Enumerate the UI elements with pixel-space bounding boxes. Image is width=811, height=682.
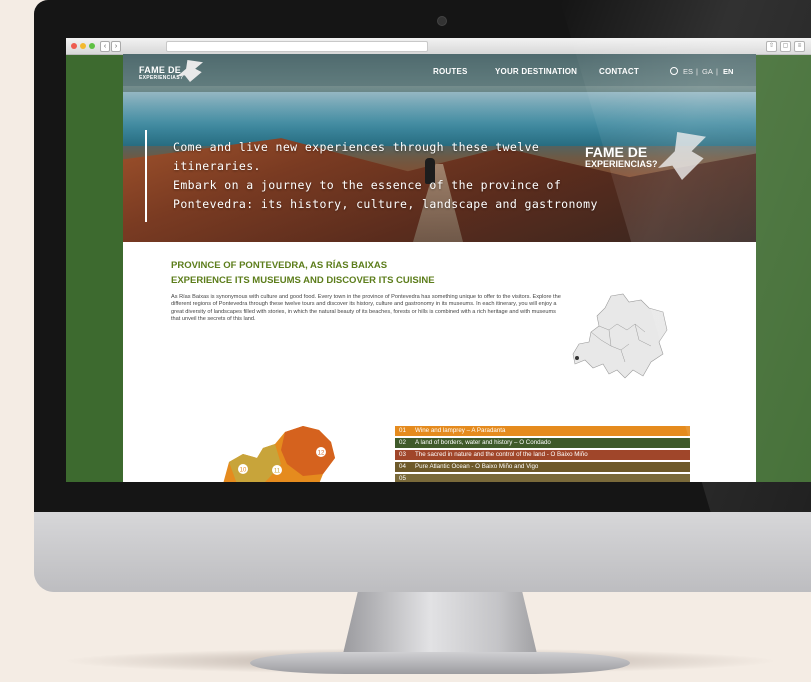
lang-ga[interactable]: GA: [702, 67, 713, 76]
maximize-window-icon[interactable]: [89, 43, 95, 49]
logo-main-text: FAME DE: [139, 65, 182, 75]
route-item-01[interactable]: 01 Wine and lamprey – A Paradanta: [395, 426, 690, 436]
route-number: 04: [399, 463, 406, 470]
address-bar[interactable]: [166, 41, 428, 52]
region-12-label: 12: [318, 451, 325, 457]
globe-icon: [670, 67, 678, 75]
route-number: 01: [399, 427, 406, 434]
route-label: Wine and lamprey – A Paradanta: [415, 427, 506, 434]
web-page: FAME DE EXPERIENCIAS? ROUTES YOUR DESTIN…: [123, 54, 756, 482]
screen: ‹ › ⇧ ▢ ≡ FAME DE EXPERIENCIAS? ROUTES Y…: [66, 38, 811, 482]
route-number: 03: [399, 451, 406, 458]
pontevedra-marker: [575, 356, 579, 360]
close-window-icon[interactable]: [71, 43, 77, 49]
hero-text-line: Embark on a journey to the essence of th…: [173, 178, 562, 192]
hero-logo: FAME DE EXPERIENCIAS?: [585, 144, 658, 169]
lang-separator: |: [716, 67, 718, 76]
intro-paragraph: As Rías Baixas is synonymous with cultur…: [171, 294, 561, 323]
monitor-stand: [342, 592, 538, 658]
route-item-04[interactable]: 04 Pure Atlantic Ocean - O Baixo Miño and…: [395, 462, 690, 472]
hero-text-line: Pontevedra: its history, culture, landsc…: [173, 197, 598, 211]
nav-your-destination[interactable]: YOUR DESTINATION: [495, 67, 577, 76]
route-item-02[interactable]: 02 A land of borders, water and history –…: [395, 438, 690, 448]
camera-icon: [437, 16, 447, 26]
section-subtitle: EXPERIENCE ITS MUSEUMS AND DISCOVER ITS …: [171, 275, 435, 286]
browser-toolbar: ‹ › ⇧ ▢ ≡: [66, 38, 811, 55]
hero-logo-sub: EXPERIENCIAS?: [585, 159, 658, 169]
back-arrow-icon[interactable]: ‹: [100, 41, 110, 52]
logo-sub-text: EXPERIENCIAS?: [139, 75, 184, 81]
lang-separator: |: [696, 67, 698, 76]
route-item-05[interactable]: 05: [395, 474, 690, 482]
route-number: 05: [399, 475, 406, 482]
route-label: Pure Atlantic Ocean - O Baixo Miño and V…: [415, 463, 539, 470]
province-map: 10 11 12: [223, 426, 335, 482]
site-header: FAME DE EXPERIENCIAS? ROUTES YOUR DESTIN…: [123, 54, 756, 92]
lang-en[interactable]: EN: [723, 67, 733, 76]
section-title: PROVINCE OF PONTEVEDRA, AS RÍAS BAIXAS: [171, 260, 388, 271]
share-icon[interactable]: ⇧: [766, 41, 777, 52]
site-logo[interactable]: FAME DE EXPERIENCIAS?: [139, 65, 184, 82]
route-item-03[interactable]: 03 The sacred in nature and the control o…: [395, 450, 690, 460]
hero-sea-image: [123, 86, 756, 146]
monitor-base: [250, 652, 630, 674]
hero-accent-bar: [145, 130, 147, 222]
europe-map: [572, 293, 668, 379]
nav-contact[interactable]: CONTACT: [599, 67, 639, 76]
nav-routes[interactable]: ROUTES: [433, 67, 468, 76]
route-number: 02: [399, 439, 406, 446]
hero-banner: FAME DE EXPERIENCIAS? ROUTES YOUR DESTIN…: [123, 54, 756, 242]
sidebar-icon[interactable]: ≡: [794, 41, 805, 52]
route-label: The sacred in nature and the control of …: [415, 451, 588, 458]
region-10-label: 10: [240, 468, 247, 474]
tabs-icon[interactable]: ▢: [780, 41, 791, 52]
hero-logo-main: FAME DE: [585, 144, 648, 160]
hero-text-line: Come and live new experiences through th…: [173, 140, 540, 154]
monitor-chin: [34, 512, 811, 592]
hero-text-line: itineraries.: [173, 159, 261, 173]
region-11-label: 11: [274, 469, 281, 475]
europe-landmass: [572, 293, 668, 379]
lang-es[interactable]: ES: [683, 67, 693, 76]
route-label: A land of borders, water and history – O…: [415, 439, 551, 446]
forward-arrow-icon[interactable]: ›: [111, 41, 121, 52]
minimize-window-icon[interactable]: [80, 43, 86, 49]
